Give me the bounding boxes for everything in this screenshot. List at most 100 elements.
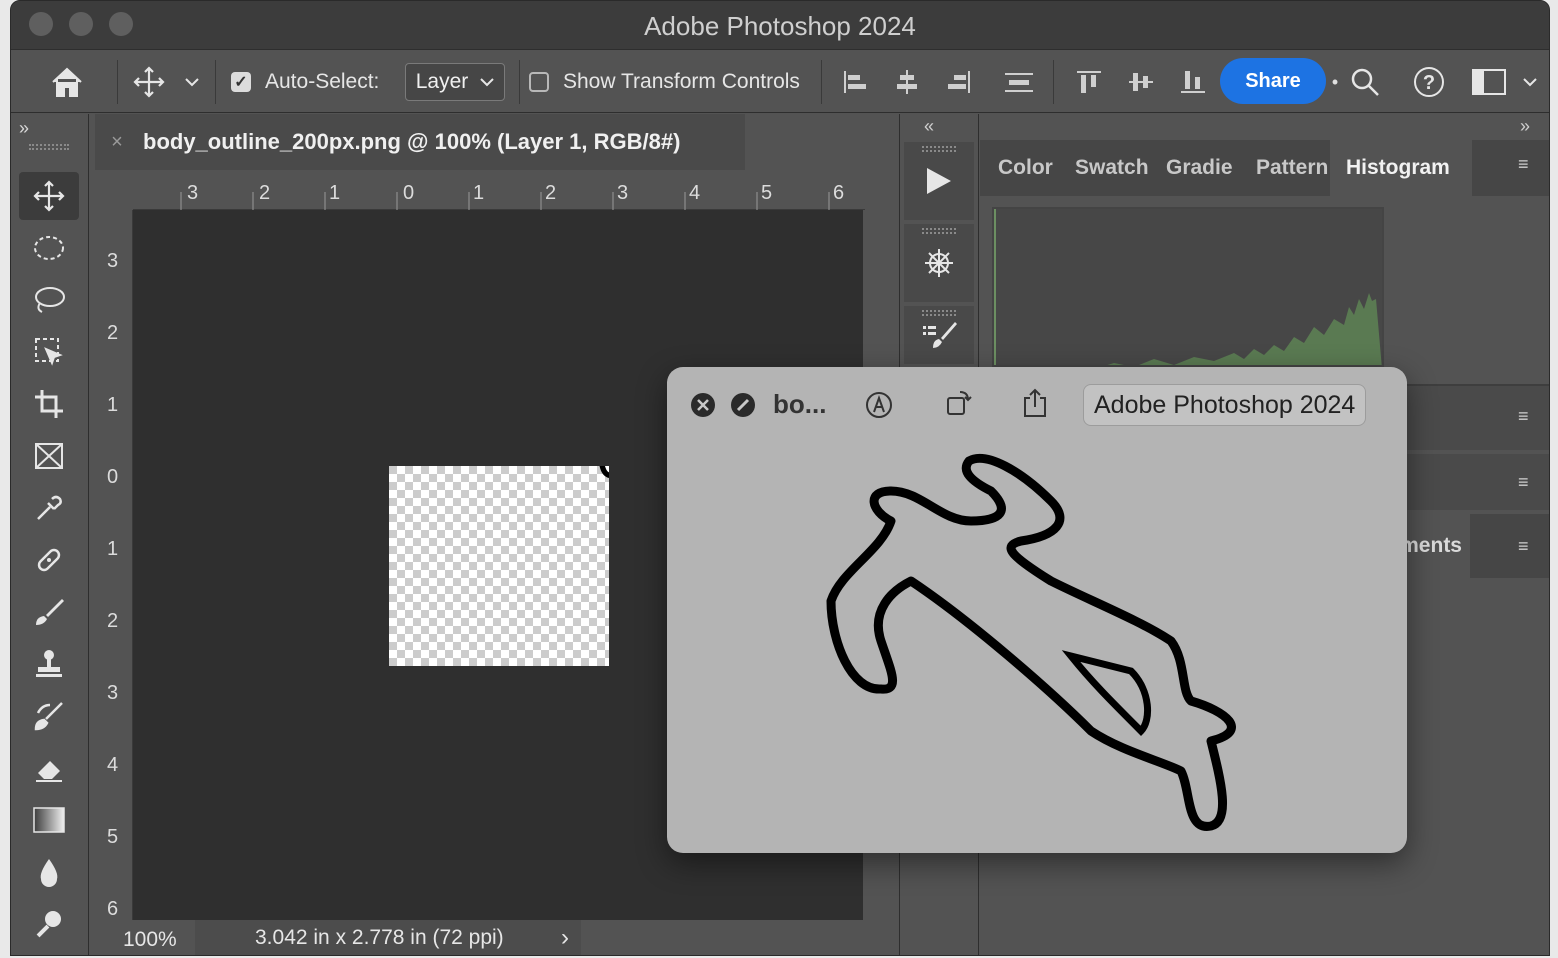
share-button[interactable]: Share: [1220, 58, 1326, 104]
align-middle-icon[interactable]: [1125, 50, 1157, 114]
quicklook-window: bo... Adobe Photoshop 2024: [667, 367, 1407, 853]
expand-panel-icon[interactable]: »: [19, 118, 29, 139]
align-left-icon[interactable]: [839, 50, 871, 114]
distribute-icon[interactable]: [1001, 50, 1037, 114]
document-image[interactable]: [389, 466, 609, 666]
brushes-panel-button[interactable]: [904, 306, 974, 364]
transform-controls-label: Show Transform Controls: [563, 70, 800, 93]
align-top-icon[interactable]: [1073, 50, 1105, 114]
transform-controls-checkbox[interactable]: [527, 50, 551, 114]
close-tab-icon[interactable]: ×: [95, 131, 139, 154]
object-selection-tool-icon[interactable]: [19, 328, 79, 376]
rotate-icon[interactable]: [943, 387, 975, 419]
svg-text:?: ?: [1423, 72, 1435, 94]
share-icon[interactable]: [1019, 387, 1051, 419]
panel-menu-icon[interactable]: ≡: [1518, 473, 1538, 491]
marquee-tool-icon[interactable]: [19, 224, 79, 272]
move-tool-icon[interactable]: [19, 172, 79, 220]
chevron-down-icon[interactable]: [1517, 50, 1543, 114]
search-icon[interactable]: [1347, 50, 1383, 114]
ruler-label: 4: [107, 754, 119, 776]
brush-settings-button[interactable]: [904, 224, 974, 302]
tab-patterns[interactable]: Pattern: [1256, 140, 1330, 196]
ruler-label: 4: [689, 182, 701, 204]
ruler-label: 3: [107, 250, 119, 272]
lasso-tool-icon[interactable]: [19, 276, 79, 324]
panel-menu-icon[interactable]: ≡: [1518, 155, 1538, 173]
panel-menu-icon[interactable]: ≡: [1518, 407, 1538, 425]
title-bar: Adobe Photoshop 2024: [11, 1, 1549, 49]
ruler-label: 1: [107, 538, 119, 560]
ruler-label: 1: [329, 182, 341, 204]
chevron-down-icon: [480, 78, 494, 87]
panel-grip[interactable]: [29, 144, 69, 150]
vertical-ruler: 3 2 1 0 1 2 3 4 5 6: [95, 210, 133, 920]
close-icon[interactable]: [689, 391, 717, 419]
zoom-level[interactable]: 100%: [123, 928, 177, 952]
tab-color[interactable]: Color: [998, 140, 1068, 196]
document-tab[interactable]: × body_outline_200px.png @ 100% (Layer 1…: [95, 114, 745, 170]
panel-menu-icon[interactable]: ≡: [1518, 537, 1538, 555]
histogram: [992, 207, 1384, 367]
chevron-right-icon[interactable]: ›: [561, 924, 569, 952]
move-tool-icon[interactable]: [129, 50, 169, 114]
ruler-label: 2: [107, 322, 119, 344]
markup-icon[interactable]: [863, 389, 895, 421]
collapse-panel-icon[interactable]: «: [924, 116, 934, 137]
layer-select[interactable]: Layer: [401, 50, 509, 114]
help-icon[interactable]: ?: [1411, 50, 1447, 114]
actions-panel-button[interactable]: [904, 142, 974, 220]
dot-icon: •: [1331, 71, 1339, 92]
ruler-label: 2: [545, 182, 557, 204]
ruler-label: 1: [473, 182, 485, 204]
ruler-label: 6: [107, 898, 119, 920]
quicklook-preview: [826, 453, 1236, 831]
auto-select-label: Auto-Select:: [265, 70, 380, 93]
ruler-label: 6: [833, 182, 845, 204]
clone-stamp-tool-icon[interactable]: [19, 640, 79, 688]
expand-panel-icon[interactable]: »: [1520, 116, 1530, 137]
crop-tool-icon[interactable]: [19, 380, 79, 428]
brush-list-icon: [923, 322, 957, 348]
snowflake-icon: [925, 249, 953, 277]
panel-tabs: Color Swatch Gradie Pattern Histogram ≡: [980, 140, 1549, 196]
ruler-label: 5: [761, 182, 773, 204]
play-icon: [927, 168, 951, 194]
quicklook-file-name: bo...: [773, 389, 827, 419]
fullscreen-icon[interactable]: [729, 391, 757, 419]
ruler-label: 3: [107, 682, 119, 704]
home-icon[interactable]: [41, 50, 93, 114]
brush-tool-icon[interactable]: [19, 588, 79, 636]
ruler-label: 3: [187, 182, 199, 204]
eraser-tool-icon[interactable]: [19, 744, 79, 792]
chevron-down-icon[interactable]: [179, 50, 205, 114]
tab-swatches[interactable]: Swatch: [1075, 140, 1157, 196]
align-right-icon[interactable]: [943, 50, 975, 114]
ruler-label: 2: [107, 610, 119, 632]
ruler-label: 1: [107, 394, 119, 416]
gradient-tool-icon[interactable]: [19, 796, 79, 844]
ruler-label: 2: [259, 182, 271, 204]
open-with-button[interactable]: Adobe Photoshop 2024: [1083, 384, 1367, 426]
options-bar: ✓ Auto-Select: Layer Show Transform Cont…: [11, 49, 1549, 113]
healing-brush-tool-icon[interactable]: [19, 536, 79, 584]
photoshop-window: Adobe Photoshop 2024 ✓ Auto-Select: Laye…: [10, 0, 1550, 956]
workspace-icon[interactable]: [1469, 50, 1509, 114]
frame-tool-icon[interactable]: [19, 432, 79, 480]
window-title: Adobe Photoshop 2024: [644, 11, 916, 41]
tab-gradients[interactable]: Gradie: [1166, 140, 1240, 196]
eyedropper-tool-icon[interactable]: [19, 484, 79, 532]
status-bar: 100% 3.042 in x 2.778 in (72 ppi) ›: [95, 920, 897, 955]
auto-select-checkbox[interactable]: ✓: [229, 50, 253, 114]
tab-histogram[interactable]: Histogram: [1330, 140, 1472, 196]
history-brush-tool-icon[interactable]: [19, 692, 79, 740]
tools-panel: »: [11, 114, 89, 955]
ruler-label: 0: [403, 182, 415, 204]
ruler-label: 5: [107, 826, 119, 848]
blur-tool-icon[interactable]: [19, 848, 79, 896]
horizontal-ruler: 3 2 1 0 1 2 3 4 5 6: [133, 172, 865, 210]
align-bottom-icon[interactable]: [1177, 50, 1209, 114]
ruler-label: 3: [617, 182, 629, 204]
align-center-horizontal-icon[interactable]: [891, 50, 923, 114]
dodge-tool-icon[interactable]: [19, 900, 79, 948]
